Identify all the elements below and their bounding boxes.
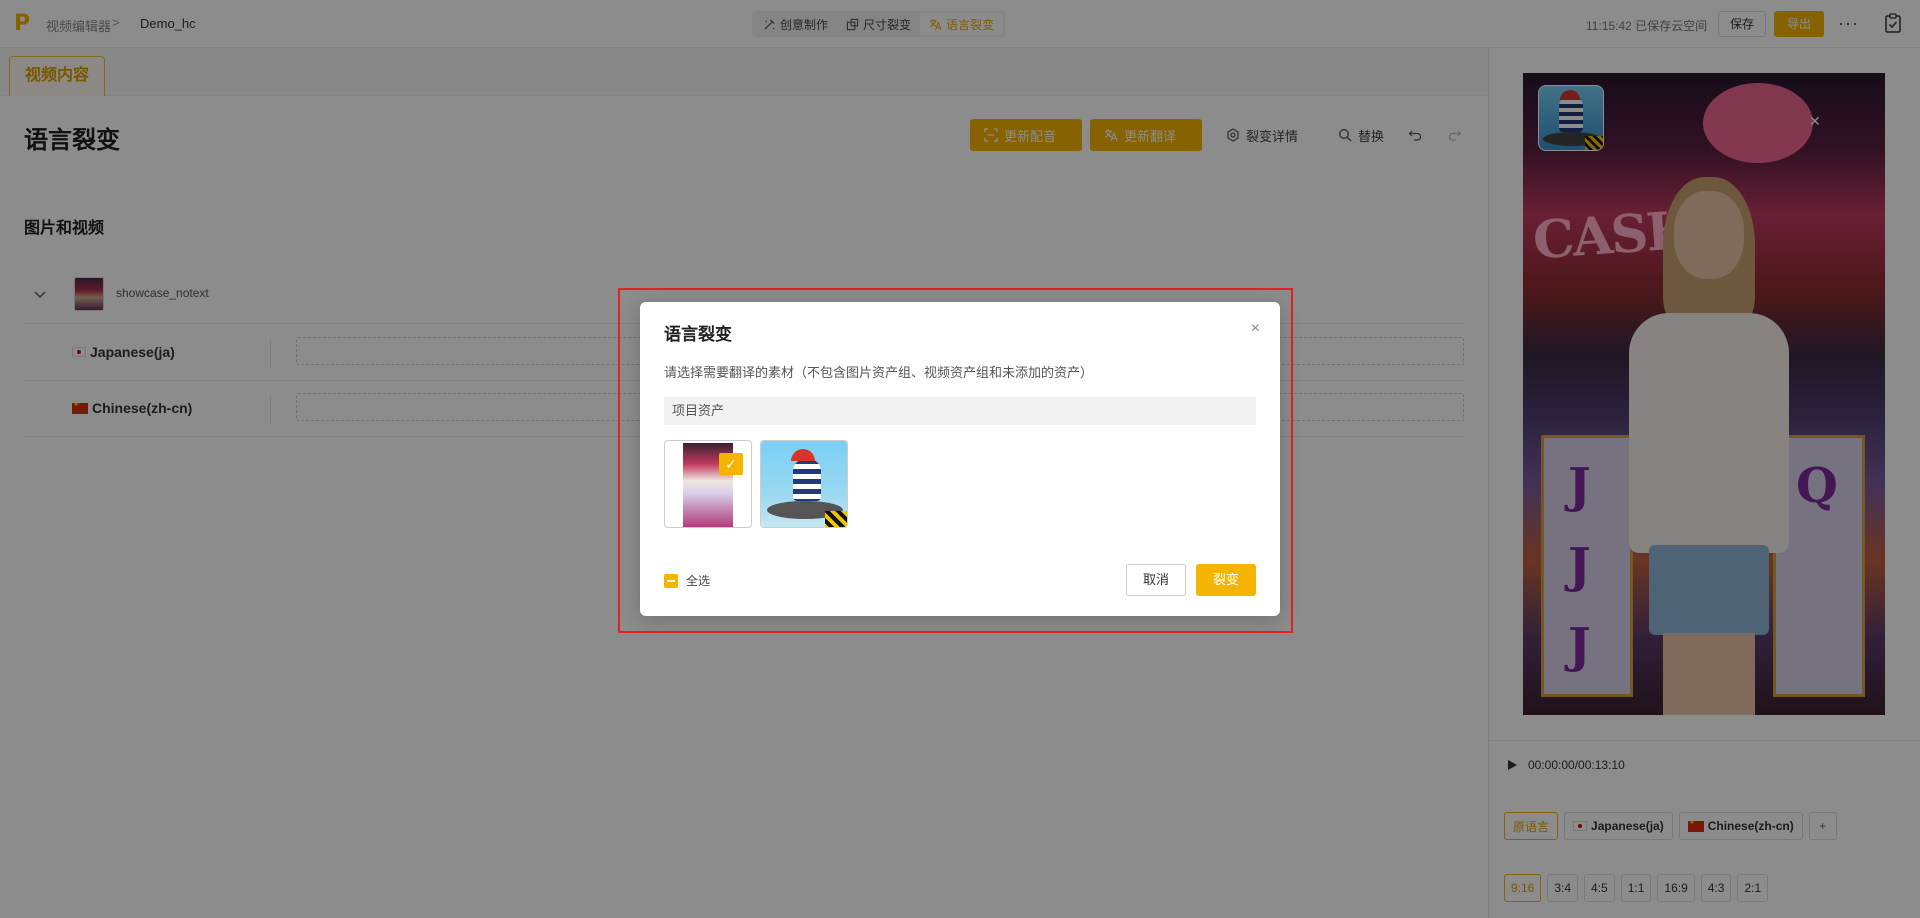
asset-option-video[interactable]: ✓ <box>664 440 752 528</box>
asset-group-header: 项目资产 <box>664 397 1256 425</box>
close-icon[interactable]: × <box>1251 320 1260 338</box>
dialog-description: 请选择需要翻译的素材（不包含图片资产组、视频资产组和未添加的资产） <box>664 365 1094 380</box>
indeterminate-checkbox[interactable] <box>664 573 678 588</box>
dialog-title: 语言裂变 <box>664 325 732 344</box>
asset-option-image[interactable] <box>760 440 848 528</box>
asset-thumbnail <box>761 441 847 527</box>
select-all-label: 全选 <box>686 574 711 588</box>
confirm-fission-button[interactable]: 裂变 <box>1196 564 1256 596</box>
language-fission-dialog: 语言裂变 × 请选择需要翻译的素材（不包含图片资产组、视频资产组和未添加的资产）… <box>640 302 1280 616</box>
select-all[interactable]: 全选 <box>664 572 710 589</box>
cancel-button[interactable]: 取消 <box>1126 564 1186 596</box>
checkmark-icon[interactable]: ✓ <box>719 453 743 475</box>
